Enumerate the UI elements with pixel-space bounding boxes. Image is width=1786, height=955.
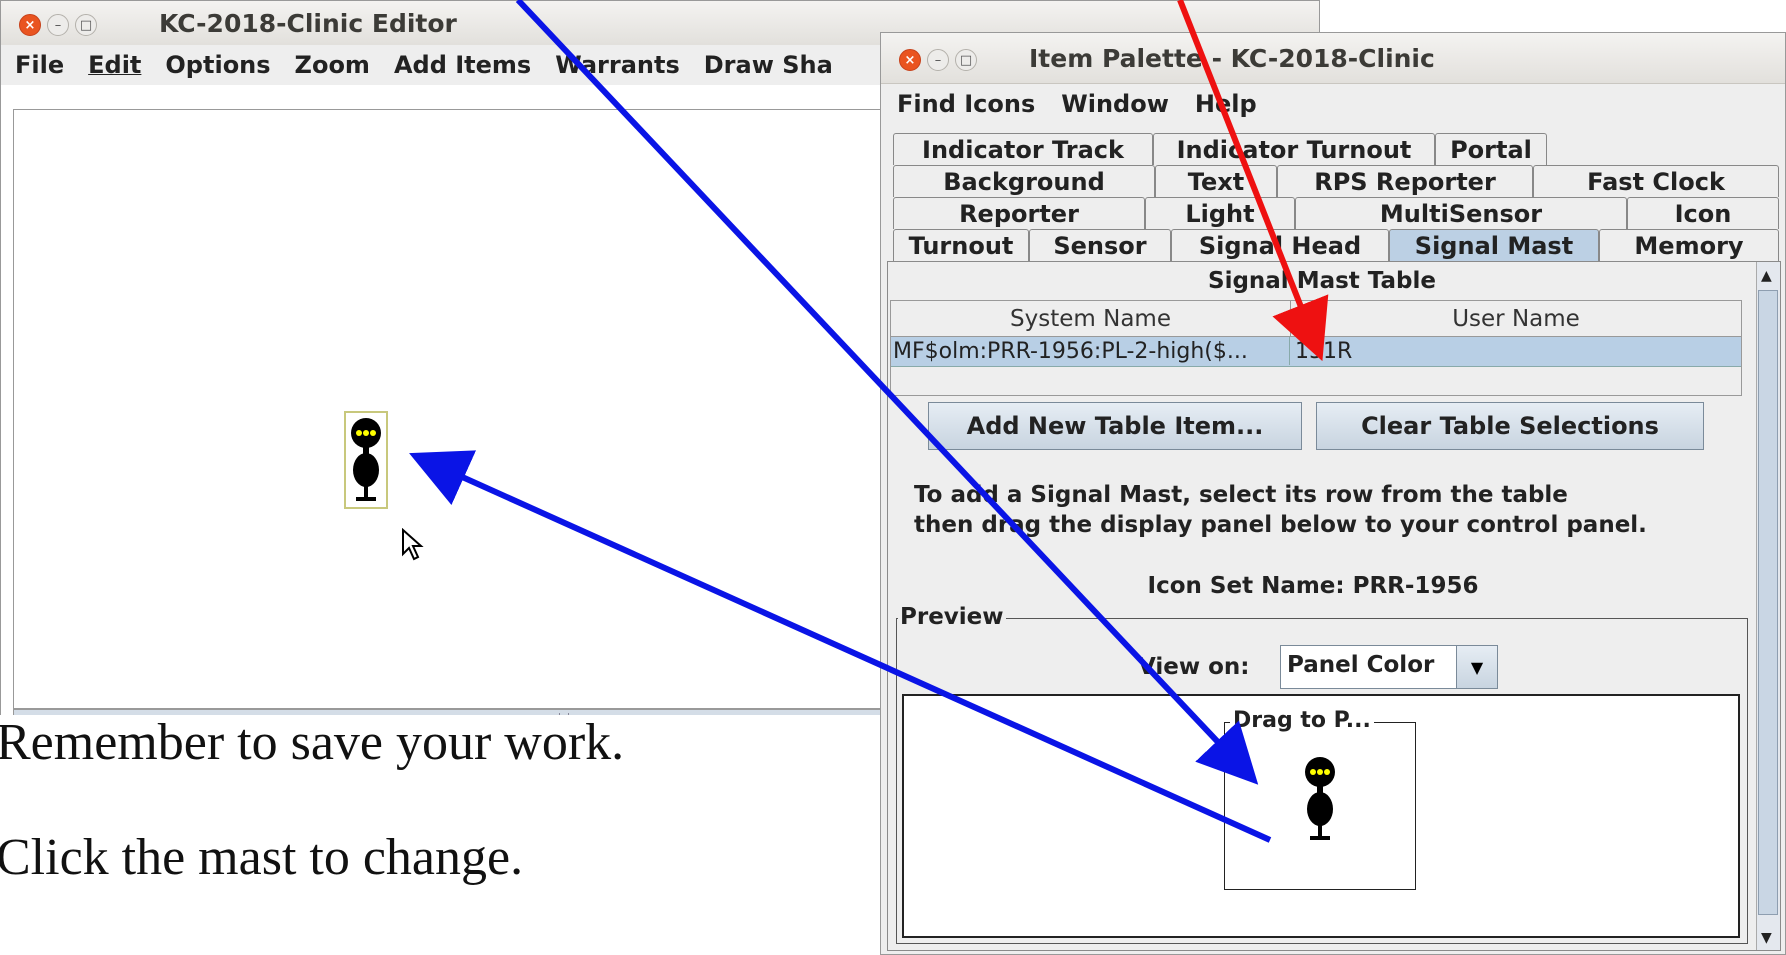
blue-arrow-to-preview	[515, 0, 1259, 785]
red-arrow-to-user-name	[1177, 0, 1329, 362]
blue-arrow-to-mast	[409, 450, 1272, 843]
annotation-arrows	[409, 0, 1329, 843]
